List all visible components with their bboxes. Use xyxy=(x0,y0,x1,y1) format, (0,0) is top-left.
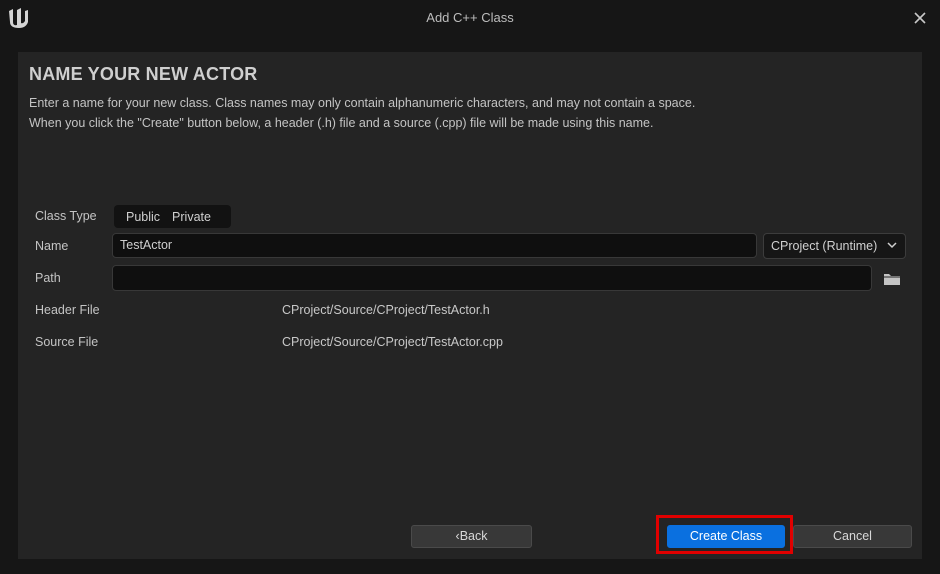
dialog-panel: NAME YOUR NEW ACTOR Enter a name for you… xyxy=(18,52,922,559)
page-title: NAME YOUR NEW ACTOR xyxy=(29,64,258,84)
header-file-label: Header File xyxy=(35,303,100,317)
close-icon[interactable] xyxy=(910,8,930,28)
header-file-path: CProject/Source/CProject/TestActor.h xyxy=(282,303,490,317)
cancel-button[interactable]: Cancel xyxy=(793,525,912,548)
module-dropdown-value: CProject (Runtime) xyxy=(771,239,878,253)
description-line-1: Enter a name for your new class. Class n… xyxy=(29,96,696,110)
description-line-2: When you click the "Create" button below… xyxy=(29,116,654,130)
path-input[interactable] xyxy=(112,265,872,291)
window-title: Add C++ Class xyxy=(426,10,514,25)
class-type-selector: Public Private xyxy=(114,205,231,228)
back-button[interactable]: ‹Back xyxy=(411,525,532,548)
source-file-path: CProject/Source/CProject/TestActor.cpp xyxy=(282,335,503,349)
path-label: Path xyxy=(35,271,61,285)
class-type-private-option[interactable]: Private xyxy=(166,210,217,224)
name-label: Name xyxy=(35,239,69,253)
back-button-label: Back xyxy=(459,529,488,543)
chevron-down-icon xyxy=(887,242,897,249)
source-file-label: Source File xyxy=(35,335,99,349)
create-class-highlight-box xyxy=(656,515,793,554)
class-type-label: Class Type xyxy=(35,209,97,223)
title-bar: Add C++ Class xyxy=(0,0,940,36)
folder-icon[interactable] xyxy=(883,272,901,286)
class-name-input[interactable]: TestActor xyxy=(112,233,757,258)
class-type-public-option[interactable]: Public xyxy=(114,210,166,224)
module-dropdown[interactable]: CProject (Runtime) xyxy=(763,233,906,259)
